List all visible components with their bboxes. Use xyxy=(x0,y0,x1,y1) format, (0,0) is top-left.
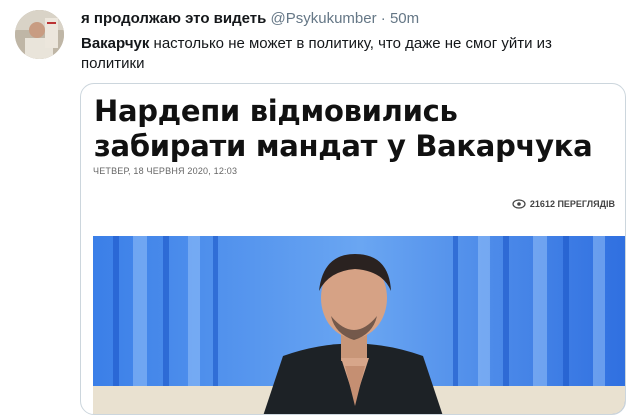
timestamp[interactable]: 50m xyxy=(390,10,419,27)
handle[interactable]: @Psykukumber xyxy=(271,10,377,27)
tweet-text-bold: Вакарчук xyxy=(81,35,150,52)
display-name[interactable]: я продолжаю это видеть xyxy=(81,10,266,27)
tweet-text: Вакарчук настолько не может в политику, … xyxy=(81,34,601,74)
separator: · xyxy=(380,10,386,27)
man-praying-photo xyxy=(93,236,625,414)
tweet-text-rest: настолько не может в политику, что даже … xyxy=(81,35,552,72)
avatar-image xyxy=(15,10,64,59)
eye-icon xyxy=(512,199,526,209)
article-date: ЧЕТВЕР, 18 ЧЕРВНЯ 2020, 12:03 xyxy=(93,166,238,176)
views-count: 21612 ПЕРЕГЛЯДІВ xyxy=(529,199,615,209)
tweet-header: я продолжаю это видеть @Psykukumber · 50… xyxy=(81,10,419,27)
attached-image[interactable]: Нардепи відмовились забирати мандат у Ва… xyxy=(80,83,626,415)
avatar[interactable] xyxy=(15,10,64,59)
article-photo xyxy=(93,236,625,414)
article-headline: Нардепи відмовились забирати мандат у Ва… xyxy=(94,94,593,163)
article-views: 21612 ПЕРЕГЛЯДІВ xyxy=(512,199,615,209)
